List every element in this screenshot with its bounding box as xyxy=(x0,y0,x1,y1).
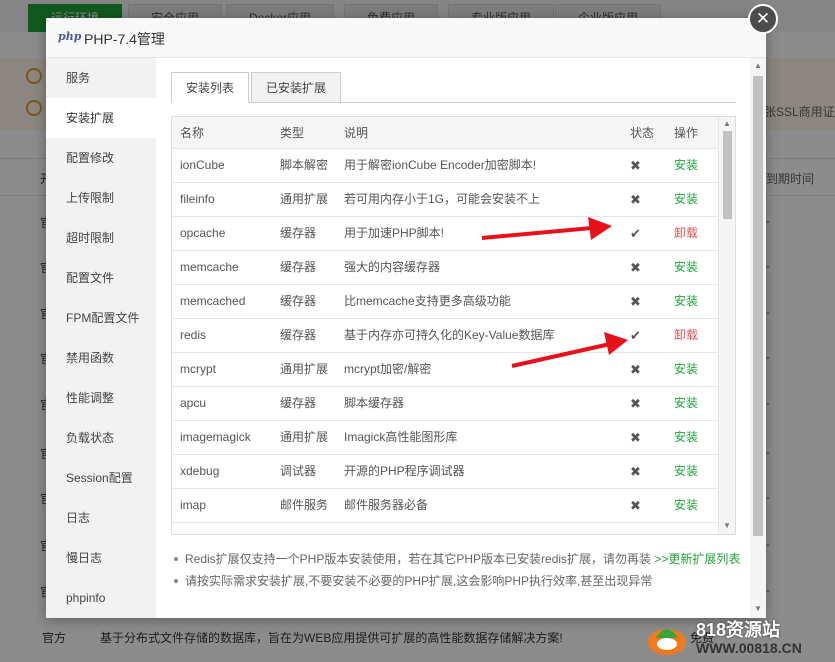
arrow-head-icon xyxy=(604,332,628,355)
watermark-logo-icon xyxy=(648,629,686,655)
annotation-arrow-opcache xyxy=(481,226,593,240)
arrow-head-icon xyxy=(588,217,612,240)
watermark-url: WWW.00818.CN xyxy=(696,640,802,656)
watermark: 818资源站 WWW.00818.CN xyxy=(640,612,835,662)
annotation-arrow-redis xyxy=(511,342,611,368)
watermark-text: 818资源站 xyxy=(696,620,781,640)
annotation-arrows xyxy=(481,217,628,368)
